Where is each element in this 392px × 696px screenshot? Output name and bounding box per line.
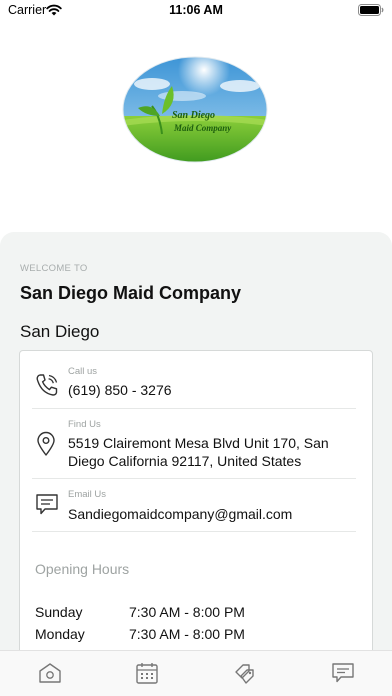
calendar-icon — [136, 663, 158, 684]
phone-icon — [36, 374, 58, 396]
battery-icon — [358, 4, 384, 16]
company-logo: San Diego Maid Company — [122, 56, 268, 163]
email-address[interactable]: Sandiegomaidcompany@gmail.com — [68, 505, 358, 523]
contact-box: Call us (619) 850 - 3276 Find Us 5519 Cl… — [19, 350, 373, 670]
tab-chat[interactable] — [330, 661, 356, 685]
company-name: San Diego Maid Company — [20, 283, 242, 303]
call-label: Call us — [68, 366, 98, 377]
hours-day: Monday — [35, 626, 85, 642]
home-icon — [39, 663, 61, 683]
email-label: Email Us — [68, 489, 107, 500]
logo-text-line1: San Diego — [172, 110, 215, 121]
status-time: 11:06 AM — [169, 3, 223, 17]
hours-time: 7:30 AM - 8:00 PM — [129, 626, 245, 642]
city-name: San Diego — [20, 322, 100, 341]
find-us-label: Find Us — [68, 419, 101, 430]
phone-number[interactable]: (619) 850 - 3276 — [68, 381, 358, 399]
tab-home[interactable] — [37, 661, 63, 685]
tab-calendar[interactable] — [134, 661, 160, 685]
tab-bar — [0, 650, 392, 696]
call-row[interactable]: Call us (619) 850 - 3276 — [32, 363, 356, 409]
tab-offers[interactable] — [232, 661, 258, 685]
tags-icon — [235, 664, 254, 684]
status-bar: Carrier 11:06 AM — [0, 0, 392, 22]
logo-text-line2: Maid Company — [173, 123, 232, 133]
map-pin-icon — [37, 431, 55, 456]
chat-icon — [332, 663, 354, 683]
welcome-label: WELCOME TO — [20, 263, 88, 274]
hours-day: Sunday — [35, 604, 83, 620]
address-row[interactable]: Find Us 5519 Clairemont Mesa Blvd Unit 1… — [32, 409, 356, 479]
hours-time: 7:30 AM - 8:00 PM — [129, 604, 245, 620]
email-row[interactable]: Email Us Sandiegomaidcompany@gmail.com — [32, 479, 356, 532]
address-text[interactable]: 5519 Clairemont Mesa Blvd Unit 170, San … — [68, 434, 358, 470]
message-icon — [36, 494, 58, 515]
opening-hours-title: Opening Hours — [35, 561, 130, 577]
